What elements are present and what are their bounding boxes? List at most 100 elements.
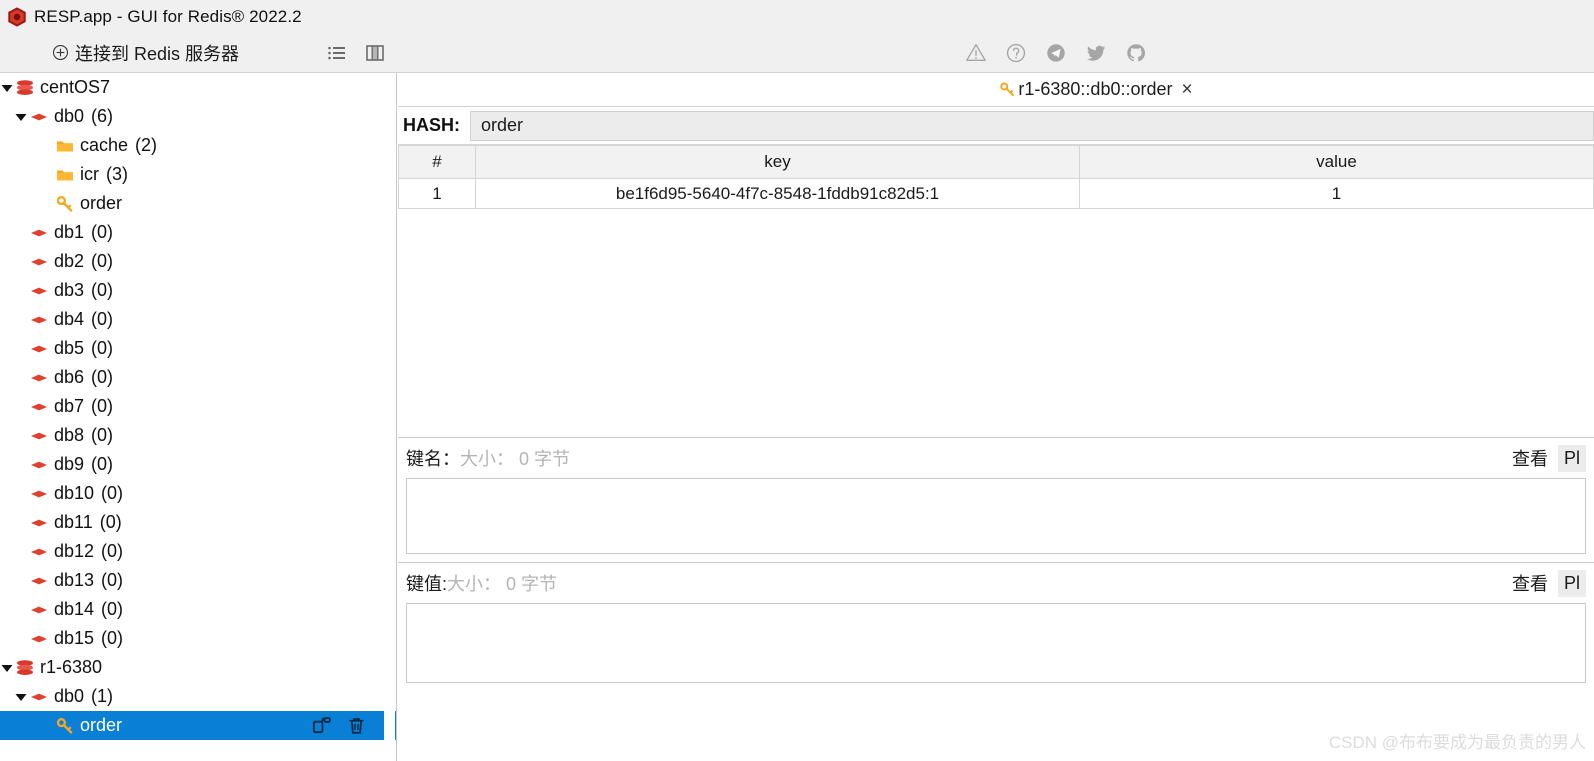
key-tab-bar: r1-6380::db0::order × [398,73,1594,107]
db-icon [31,606,47,613]
split-panel-icon[interactable] [365,43,385,63]
tree-item-label: db1 [54,222,85,242]
tree-item-db7-11[interactable]: db7 (0) [0,392,396,421]
tree-item-db8-12[interactable]: db8 (0) [0,421,396,450]
connect-to-redis-button[interactable]: 连接到 Redis 服务器 [52,40,239,66]
tree-item-label: order [80,715,123,735]
tree-item-label: db10 [54,483,95,503]
column-header-key[interactable]: key [475,145,1080,179]
tree-item-db1-5[interactable]: db1 (0) [0,218,396,247]
key-value-format-select[interactable]: Pl [1557,569,1586,597]
table-empty-area [398,209,1594,437]
key-type-label: HASH: [403,115,460,135]
redis-server-icon [17,659,33,675]
db-icon [31,432,47,439]
sidebar-scrollbar-track[interactable] [384,73,778,761]
cell-value[interactable]: 1 [1079,178,1594,209]
tree-item-count: (0) [91,425,114,445]
tree-item-db10-14[interactable]: db10 (0) [0,479,396,508]
tree-item-count: (3) [106,164,128,184]
db-icon [31,316,47,323]
tree-item-label: db3 [54,280,85,300]
tree-item-db5-9[interactable]: db5 (0) [0,334,396,363]
chevron-down-icon[interactable] [14,690,28,704]
chevron-down-icon[interactable] [0,661,14,675]
tree-item-label: db6 [54,367,85,387]
cell-key[interactable]: be1f6d95-5640-4f7c-8548-1fddb91c82d5:1 [475,178,1080,209]
delete-key-icon[interactable] [346,715,367,736]
folder-icon [57,141,73,151]
column-header-value[interactable]: value [1079,145,1594,179]
tree-item-label: icr [80,164,99,184]
tree-item-db15-19[interactable]: db15 (0) [0,624,396,653]
key-value-view-button[interactable]: 查看 [1512,570,1548,596]
warning-triangle-icon[interactable] [965,42,987,64]
resp-app-window: RESP.app - GUI for Redis® 2022.2 连接到 Red… [0,0,1594,761]
telegram-icon[interactable] [1045,42,1067,64]
key-name-editor-label: 键名： [406,449,460,469]
db-icon [31,490,47,497]
tree-item-count: (0) [99,512,122,532]
tree-item-centos7-0[interactable]: centOS7 [0,73,396,102]
copy-key-icon[interactable] [311,715,332,736]
cell-index: 1 [398,178,476,209]
tree-item-count: (0) [91,454,114,474]
tree-item-icr-3[interactable]: icr (3) [0,160,396,189]
key-type-row: HASH: order [398,107,1594,145]
tree-item-order-22[interactable]: order [0,711,396,740]
db-icon [31,287,47,294]
tree-item-db13-17[interactable]: db13 (0) [0,566,396,595]
plus-circle-icon [52,44,69,61]
table-header-row: # key value [398,145,1594,179]
twitter-icon[interactable] [1085,42,1107,64]
tree-item-count: (0) [91,367,114,387]
column-header-index[interactable]: # [398,145,476,179]
list-view-icon[interactable] [327,43,347,63]
tree-item-order-4[interactable]: order [0,189,396,218]
tab-close-icon[interactable]: × [1182,80,1193,99]
tree-item-label: db11 [54,512,93,532]
key-name-editor-header: 键名： 大小： 0 字节 查看 Pl [398,438,1594,478]
tree-item-count: (0) [91,222,114,242]
table-body: 1 be1f6d95-5640-4f7c-8548-1fddb91c82d5:1 1 [398,178,1594,209]
tree-item-count: (0) [101,483,124,503]
db-icon [31,461,47,468]
tree-item-db11-15[interactable]: db11 (0) [0,508,396,537]
table-row[interactable]: 1 be1f6d95-5640-4f7c-8548-1fddb91c82d5:1 1 [398,178,1594,209]
tab-key-order[interactable]: r1-6380::db0::order × [999,79,1193,100]
toolbar-icon-group [965,42,1147,64]
key-name-editor-block: 键名： 大小： 0 字节 查看 Pl [398,437,1594,554]
window-titlebar: RESP.app - GUI for Redis® 2022.2 [0,0,1594,33]
chevron-down-icon[interactable] [14,110,28,124]
key-name-format-select[interactable]: Pl [1557,444,1586,472]
tree-item-label: db14 [54,599,95,619]
tree-item-label: db7 [54,396,85,416]
key-value-textarea[interactable] [406,603,1586,683]
key-value-editor-label: 键值: [406,574,448,594]
key-name-view-button[interactable]: 查看 [1512,445,1548,471]
tree-item-db14-18[interactable]: db14 (0) [0,595,396,624]
tree-item-db0-21[interactable]: db0 (1) [0,682,396,711]
tree-item-db3-7[interactable]: db3 (0) [0,276,396,305]
tree-item-db12-16[interactable]: db12 (0) [0,537,396,566]
redis-server-icon [17,79,33,95]
tree-item-label: db15 [54,628,95,648]
connections-sidebar[interactable]: centOS7 db0 (6) cache (2) icr (3) order db1 (0) db… [0,73,397,761]
key-icon [56,717,73,734]
tree-item-count: (0) [91,280,114,300]
key-name-textarea[interactable] [406,478,1586,554]
tree-item-db6-10[interactable]: db6 (0) [0,363,396,392]
tree-item-cache-2[interactable]: cache (2) [0,131,396,160]
tree-item-r1-6380-20[interactable]: r1-6380 [0,653,396,682]
key-name-field[interactable]: order [470,110,1594,141]
tree-item-count: (2) [135,135,158,155]
tree-item-label: db0 [54,106,85,126]
tree-item-count: (0) [91,338,114,358]
tree-item-db9-13[interactable]: db9 (0) [0,450,396,479]
tree-item-db4-8[interactable]: db4 (0) [0,305,396,334]
chevron-down-icon[interactable] [0,81,14,95]
github-icon[interactable] [1125,42,1147,64]
help-circle-icon[interactable] [1005,42,1027,64]
tree-item-db0-1[interactable]: db0 (6) [0,102,396,131]
tree-item-db2-6[interactable]: db2 (0) [0,247,396,276]
